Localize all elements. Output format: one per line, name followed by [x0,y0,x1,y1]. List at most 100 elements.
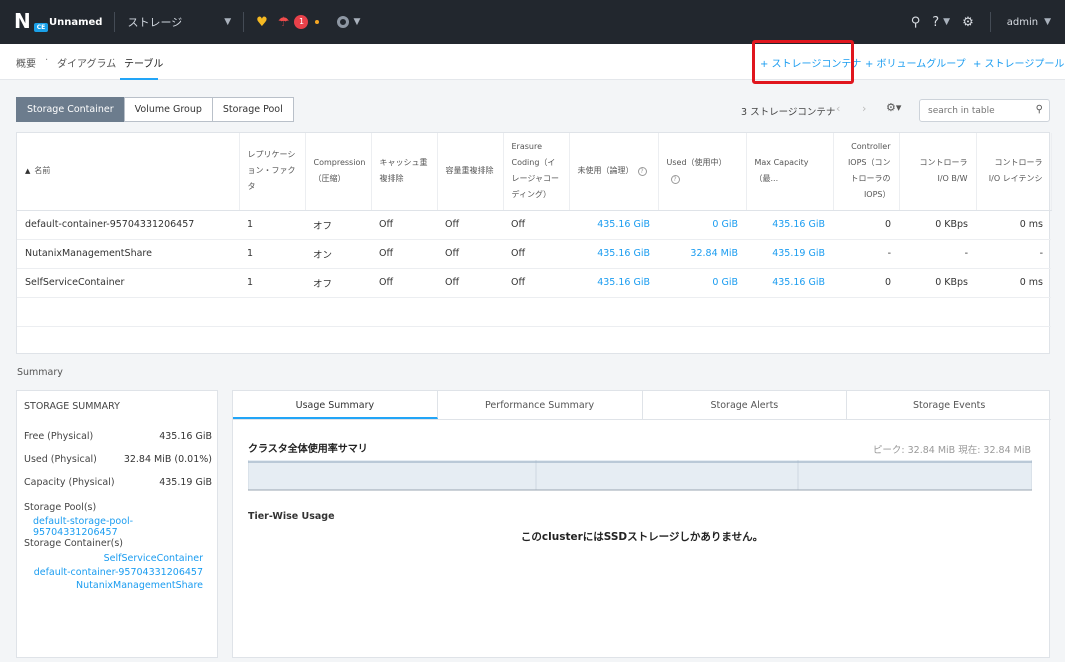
column-header-free-logical[interactable]: 未使用（論理）? [569,133,659,211]
section-selector[interactable]: ストレージ [127,14,182,30]
tab-table[interactable]: テーブル [124,55,163,70]
ssd-only-message: このclusterにはSSDストレージしかありません。 [520,531,764,543]
column-header-compression[interactable]: Compression（圧縮） [305,133,372,211]
column-header-used[interactable]: Used（使用中）? [658,133,747,211]
table-row[interactable]: SelfServiceContainer 1 オフ Off Off Off 43… [17,268,1051,298]
table-header-row: ▲ 名前 レプリケーション・ファクタ Compression（圧縮） キャッシュ重… [17,133,1052,211]
separator-dot: · [45,55,49,66]
cell: Off [437,210,503,240]
table-row[interactable]: default-container-95704331206457 1 オフ Of… [17,210,1051,240]
cell-link[interactable]: 435.16 GiB [569,210,658,240]
segment-storage-container[interactable]: Storage Container [16,97,125,122]
tab-performance-summary[interactable]: Performance Summary [438,391,643,419]
top-bar: N CE Unnamed ストレージ ▼ ♥ ☂ 1 ▼ ⚲ ? ▼ ⚙ adm… [0,0,1065,44]
chevron-down-icon[interactable]: ▼ [224,17,231,27]
table-search[interactable]: ⚲ [919,99,1050,122]
help-icon[interactable]: ? [932,15,939,30]
summary-tabs: Usage Summary Performance Summary Storag… [233,391,1051,420]
sort-ascending-icon[interactable]: ▲ [25,167,30,175]
user-menu[interactable]: admin [1007,17,1038,28]
cell: 0 ms [976,210,1051,240]
help-icon[interactable]: ? [670,175,680,185]
column-header-capacity-dedup[interactable]: 容量重複排除 [437,133,504,211]
column-header-controller-latency[interactable]: コントローラ I/O レイテンシ [976,133,1052,211]
storage-pool-link[interactable]: default-storage-pool-95704331206457 [33,516,217,538]
column-header-replication-factor[interactable]: レプリケーション・ファクタ [239,133,306,211]
cell: 1 [239,268,305,298]
alert-count-badge[interactable]: 1 [294,15,309,29]
column-header-name[interactable]: ▲ 名前 [17,133,240,211]
add-storage-pool-button[interactable]: + ストレージプール [973,55,1064,70]
cell-link[interactable]: 0 GiB [658,210,746,240]
cell: Off [503,268,569,298]
chevron-down-icon[interactable]: ▼ [1044,17,1051,27]
alert-bell-icon[interactable]: ☂ [278,15,290,30]
cell-link[interactable]: 0 GiB [658,268,746,298]
container-count: 3 ストレージコンテナ [741,107,836,118]
container-name[interactable]: SelfServiceContainer [17,268,239,298]
tab-storage-alerts[interactable]: Storage Alerts [643,391,848,419]
storage-container-link[interactable]: SelfServiceContainer [104,553,203,564]
chevron-down-icon[interactable]: ▼ [943,17,950,27]
storage-container-table: ▲ 名前 レプリケーション・ファクタ Compression（圧縮） キャッシュ重… [16,132,1052,354]
segment-storage-pool[interactable]: Storage Pool [211,97,294,122]
tab-overview[interactable]: 概要 [16,55,36,70]
warning-dot-icon [315,20,320,24]
storage-container-link[interactable]: default-container-95704331206457 [34,567,203,578]
used-physical-row: Used (Physical) 32.84 MiB (0.01%) [24,454,212,465]
cell: - [899,239,976,269]
cell: オフ [305,210,371,240]
cell-link[interactable]: 32.84 MiB [658,239,746,269]
cell-link[interactable]: 435.16 GiB [746,210,833,240]
cell: オフ [305,268,371,298]
table-settings-gear-icon[interactable]: ⚙▾ [886,101,901,114]
add-volume-group-button[interactable]: + ボリュームグループ [865,55,966,70]
cell-link[interactable]: 435.16 GiB [746,268,833,298]
cell: Off [371,268,437,298]
cell-link[interactable]: 435.16 GiB [569,239,658,269]
search-icon[interactable]: ⚲ [911,15,921,30]
cell-link[interactable]: 435.16 GiB [569,268,658,298]
cell: - [976,239,1051,269]
search-icon[interactable]: ⚲ [1036,104,1043,115]
column-header-erasure-coding[interactable]: Erasure Coding（イレージャコーディング） [503,133,570,211]
container-name[interactable]: NutanixManagementShare [17,239,239,269]
cell-link[interactable]: 435.19 GiB [746,239,833,269]
storage-pools-label: Storage Pool(s) [24,502,97,513]
cell: Off [437,268,503,298]
cell: 0 [833,268,899,298]
column-header-controller-bw[interactable]: コントローラ I/O B/W [899,133,977,211]
highlight-annotation [752,40,854,84]
active-tab-indicator [120,78,158,80]
health-heart-icon[interactable]: ♥ [256,15,268,30]
column-header-cache-dedup[interactable]: キャッシュ重複排除 [371,133,438,211]
column-header-max-capacity[interactable]: Max Capacity（最... [746,133,834,211]
segment-volume-group[interactable]: Volume Group [123,97,213,122]
cluster-name[interactable]: Unnamed [49,17,102,28]
search-input[interactable] [920,100,1028,121]
table-row[interactable]: NutanixManagementShare 1 オン Off Off Off … [17,239,1051,269]
cell: 0 [833,210,899,240]
pager-next-icon[interactable]: › [862,102,866,115]
x-tick-label: 19:00 [786,491,809,492]
tab-storage-events[interactable]: Storage Events [847,391,1051,419]
cell: オン [305,239,371,269]
tab-diagram[interactable]: ダイアグラム [57,55,116,70]
storage-container-link[interactable]: NutanixManagementShare [76,580,203,591]
peak-current-label: ピーク: 32.84 MiB 現在: 32.84 MiB [872,445,1031,456]
nutanix-logo[interactable]: N CE [14,9,48,35]
tab-usage-summary[interactable]: Usage Summary [233,391,438,419]
divider [243,12,245,32]
usage-panel: Usage Summary Performance Summary Storag… [232,390,1051,658]
tasks-circle-icon[interactable] [337,16,350,28]
cell: Off [503,210,569,240]
chevron-down-icon[interactable]: ▼ [353,17,360,27]
usage-area-chart: 17:00 18:00 19:00 [248,460,1032,492]
container-name[interactable]: default-container-95704331206457 [17,210,239,240]
gear-icon[interactable]: ⚙ [962,15,974,30]
help-icon[interactable]: ? [637,167,647,177]
column-header-controller-iops[interactable]: Controller IOPS（コントローラのIOPS） [833,133,900,211]
cell: 1 [239,239,305,269]
pager-prev-icon[interactable]: ‹ [836,102,840,115]
separator-dot: · [112,55,116,66]
